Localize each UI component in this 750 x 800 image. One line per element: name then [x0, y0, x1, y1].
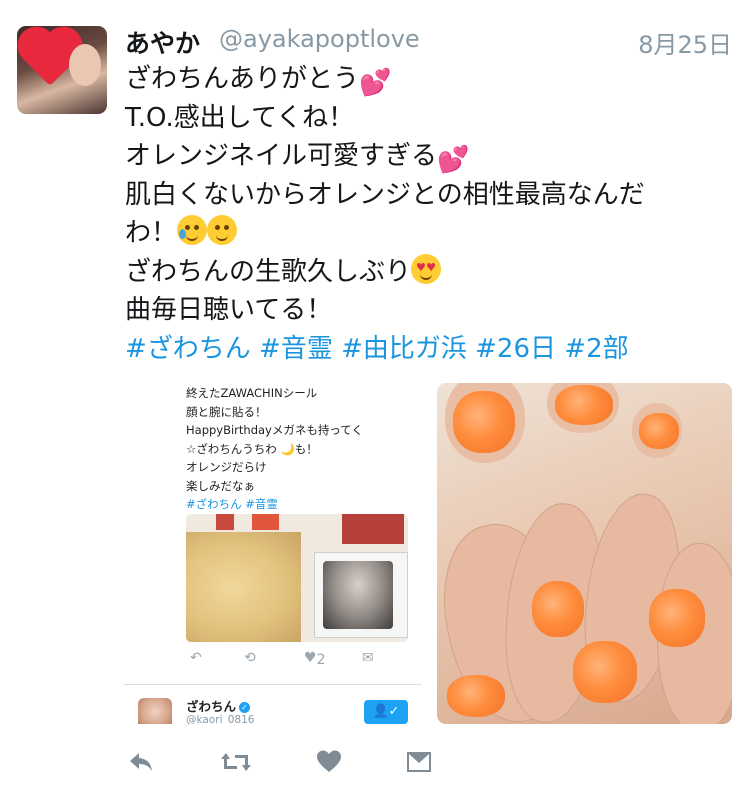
tweet-line: T.O.感出してくね！	[125, 102, 355, 133]
heart-eyes-face-icon: ♥ ♥	[411, 253, 442, 284]
embedded-line: 顔と腕に貼る！	[186, 404, 267, 419]
hashtags[interactable]: #ざわちん #音霊 #由比ガ浜 #26日 #2部	[125, 334, 629, 364]
like-icon[interactable]	[315, 748, 343, 782]
divider	[124, 684, 422, 685]
tweet-line: 肌白くないからオレンジとの相性最高なんだ	[125, 179, 645, 210]
toenail	[453, 391, 515, 453]
user-handle[interactable]: @ayakapoptlove	[219, 25, 420, 53]
reply-icon[interactable]	[127, 748, 155, 782]
embedded-retweet-icon: ⟲	[244, 650, 256, 666]
profile-avatar[interactable]	[17, 26, 107, 114]
embedded-author-name: ざわちん ✓	[186, 696, 251, 715]
embedded-tweet-text: 終えたZAWACHINシール 顔と腕に貼る！ HappyBirthdayメガネも…	[186, 384, 426, 514]
embedded-actions: ↶ ⟲ ♥ 2 ✉	[186, 648, 408, 670]
tweet-actions	[125, 748, 445, 782]
embedded-line: ☆ざわちんうちわ 🌙も！	[186, 441, 318, 456]
toenail	[555, 385, 613, 425]
fingernail	[649, 589, 705, 647]
embedded-photo	[186, 514, 408, 642]
two-hearts-icon: 💕	[437, 145, 470, 175]
embedded-author-handle: @kaori_0816	[186, 714, 255, 724]
tweet-line: ざわちんの生歌久しぶり	[125, 256, 412, 287]
tweet-header: あやか @ayakapoptlove 8月25日	[125, 24, 732, 60]
embedded-line: 楽しみだなぁ	[186, 478, 255, 493]
embedded-line: HappyBirthdayメガネも持ってく	[186, 423, 363, 437]
retweet-icon[interactable]	[219, 748, 253, 782]
embedded-like-count: 2	[316, 652, 326, 668]
tweet-line: わ！	[125, 218, 178, 248]
avatar-face	[69, 44, 101, 86]
smiling-face-icon	[207, 215, 238, 245]
embedded-line: 終えたZAWACHINシール	[186, 386, 318, 400]
media-image-orange-nails[interactable]	[437, 383, 732, 724]
fingernail	[573, 641, 637, 703]
photo-card	[314, 552, 408, 638]
embedded-line: オレンジだらけ	[186, 460, 267, 474]
follow-icon: 👤✓	[364, 700, 408, 724]
embedded-reply-icon: ↶	[190, 650, 202, 666]
embedded-like-icon: ♥ 2	[304, 650, 326, 668]
tweet-date[interactable]: 8月25日	[638, 25, 732, 60]
fingernail	[532, 581, 584, 637]
tweet-line: 曲毎日聴いてる！	[125, 295, 333, 325]
media-image-embedded-tweet[interactable]: 終えたZAWACHINシール 顔と腕に貼る！ HappyBirthdayメガネも…	[124, 384, 432, 724]
verified-icon: ✓	[239, 702, 251, 713]
embedded-author-avatar	[138, 698, 172, 724]
tweet-line: ざわちんありがとう	[125, 64, 360, 94]
crying-face-icon	[177, 215, 208, 245]
embedded-message-icon: ✉	[362, 650, 374, 666]
toenail	[639, 413, 679, 449]
tweet-line: オレンジネイル可愛すぎる	[125, 141, 438, 171]
display-name[interactable]: あやか	[125, 24, 200, 60]
orange-cloth	[186, 532, 301, 642]
message-icon[interactable]	[405, 748, 433, 782]
tweet-text: ざわちんありがとう💕 T.O.感出してくね！ オレンジネイル可愛すぎる💕 肌白く…	[125, 60, 730, 368]
fingernail	[447, 675, 505, 717]
two-hearts-icon: 💕	[359, 68, 392, 98]
embedded-hashtags: #ざわちん #音霊	[186, 497, 278, 511]
